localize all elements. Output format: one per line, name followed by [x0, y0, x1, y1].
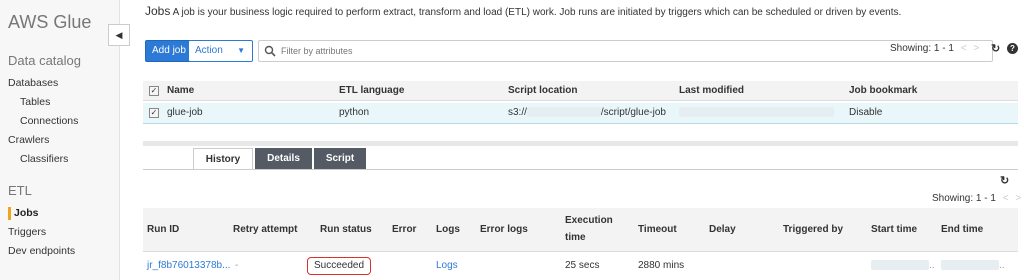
col-start-time[interactable]: Start time — [871, 208, 917, 252]
refresh-icon[interactable]: ↻ — [991, 42, 1000, 55]
col-last-modified[interactable]: Last modified — [679, 81, 744, 101]
job-bookmark: Disable — [849, 107, 883, 118]
showing-label: Showing: 1 - 1 — [890, 43, 954, 54]
select-all-checkbox[interactable]: ✓ — [149, 86, 159, 96]
action-dropdown[interactable]: Action ▼ — [188, 40, 253, 62]
sidebar-item-crawlers[interactable]: Crawlers — [8, 134, 49, 146]
sidebar-item-dev-endpoints[interactable]: Dev endpoints — [8, 245, 75, 257]
col-run-id[interactable]: Run ID — [147, 208, 179, 252]
col-etl-language[interactable]: ETL language — [339, 81, 404, 101]
history-pagination: Showing: 1 - 1 < > — [932, 193, 1021, 204]
job-language: python — [339, 107, 370, 118]
col-execution-line1: Execution — [565, 215, 613, 226]
end-time: .. — [941, 254, 1005, 278]
help-icon[interactable]: ? — [1007, 43, 1018, 54]
section-data-catalog: Data catalog — [8, 53, 81, 68]
row-checkbox[interactable]: ✓ — [149, 108, 159, 118]
col-end-time[interactable]: End time — [941, 208, 983, 252]
status-badge: Succeeded — [307, 257, 372, 275]
sidebar-item-classifiers[interactable]: Classifiers — [20, 153, 68, 165]
history-refresh-icon[interactable]: ↻ — [1000, 174, 1009, 187]
page-title: Jobs — [145, 4, 171, 18]
col-error[interactable]: Error — [392, 208, 416, 252]
action-label: Action — [195, 45, 223, 56]
active-indicator — [8, 207, 11, 220]
caret-left-icon: ◀ — [115, 29, 123, 40]
run-id-link[interactable]: jr_f8b76013378b... — [147, 254, 230, 278]
col-name[interactable]: Name — [167, 81, 194, 101]
start-time: .. — [871, 254, 935, 278]
sidebar-item-databases[interactable]: Databases — [8, 77, 58, 89]
timeout-value: 2880 mins — [638, 260, 685, 271]
section-etl: ETL — [8, 183, 32, 198]
col-job-bookmark[interactable]: Job bookmark — [849, 81, 917, 101]
brand-title[interactable]: AWS Glue — [8, 12, 91, 33]
caret-down-icon: ▼ — [237, 46, 245, 55]
tab-script[interactable]: Script — [314, 148, 366, 170]
tabs-underline — [143, 169, 1018, 170]
script-suffix: /script/glue-job — [600, 107, 666, 118]
redacted-start-time — [871, 260, 929, 271]
table-row[interactable]: jr_f8b76013378b... - Succeeded Logs 25 s… — [143, 254, 1018, 278]
redacted-bucket — [526, 107, 601, 118]
logs-link[interactable]: Logs — [436, 254, 458, 278]
col-script-location[interactable]: Script location — [508, 81, 577, 101]
col-run-status[interactable]: Run status — [320, 208, 372, 252]
col-retry-attempt[interactable]: Retry attempt — [233, 208, 297, 252]
job-last-modified — [679, 103, 834, 123]
retry-attempt: - — [235, 260, 239, 271]
start-time-tail: .. — [929, 260, 935, 271]
end-time-tail: .. — [999, 260, 1005, 271]
col-execution-time[interactable]: Execution time — [565, 212, 613, 246]
search-icon — [264, 45, 276, 57]
job-script-location: s3:// /script/glue-job — [508, 103, 666, 123]
col-triggered-by[interactable]: Triggered by — [783, 208, 843, 252]
col-timeout[interactable]: Timeout — [638, 208, 677, 252]
sidebar-item-connections[interactable]: Connections — [20, 115, 78, 127]
sidebar: AWS Glue Data catalog Databases Tables C… — [0, 0, 120, 280]
section-divider — [143, 141, 1018, 146]
table-row[interactable]: ✓ glue-job python s3:///script/glue-job … — [143, 103, 1018, 124]
sidebar-item-tables[interactable]: Tables — [20, 96, 50, 108]
tab-history[interactable]: History — [193, 148, 253, 170]
sidebar-item-jobs[interactable]: Jobs — [14, 207, 39, 219]
redacted-end-time — [941, 260, 999, 271]
jobs-table-header: ✓ Name ETL language Script location Last… — [143, 81, 1018, 101]
history-prev-page-button[interactable]: < — [1003, 193, 1009, 204]
page-description: A job is your business logic required to… — [172, 7, 902, 18]
col-execution-line2: time — [565, 232, 586, 243]
tab-details[interactable]: Details — [255, 148, 312, 170]
pagination: Showing: 1 - 1 < > — [890, 43, 979, 54]
sidebar-item-triggers[interactable]: Triggers — [8, 226, 46, 238]
job-name[interactable]: glue-job — [167, 103, 203, 123]
toolbar: Add job Action ▼ — [145, 40, 1020, 62]
script-prefix: s3:// — [508, 107, 527, 118]
execution-time: 25 secs — [565, 260, 600, 271]
prev-page-button[interactable]: < — [961, 43, 967, 54]
col-delay[interactable]: Delay — [709, 208, 736, 252]
sidebar-collapse-button[interactable]: ◀ — [108, 24, 130, 46]
page-header: Jobs A job is your business logic requir… — [145, 4, 901, 18]
next-page-button[interactable]: > — [973, 43, 979, 54]
history-table-header: Run ID Retry attempt Run status Error Lo… — [143, 208, 1018, 252]
history-next-page-button[interactable]: > — [1015, 193, 1021, 204]
filter-field[interactable] — [258, 40, 993, 62]
filter-input[interactable] — [281, 43, 981, 59]
history-showing-label: Showing: 1 - 1 — [932, 193, 996, 204]
col-error-logs[interactable]: Error logs — [480, 208, 528, 252]
col-logs[interactable]: Logs — [436, 208, 460, 252]
add-job-button[interactable]: Add job — [145, 40, 193, 62]
redacted-last-modified — [679, 107, 834, 118]
